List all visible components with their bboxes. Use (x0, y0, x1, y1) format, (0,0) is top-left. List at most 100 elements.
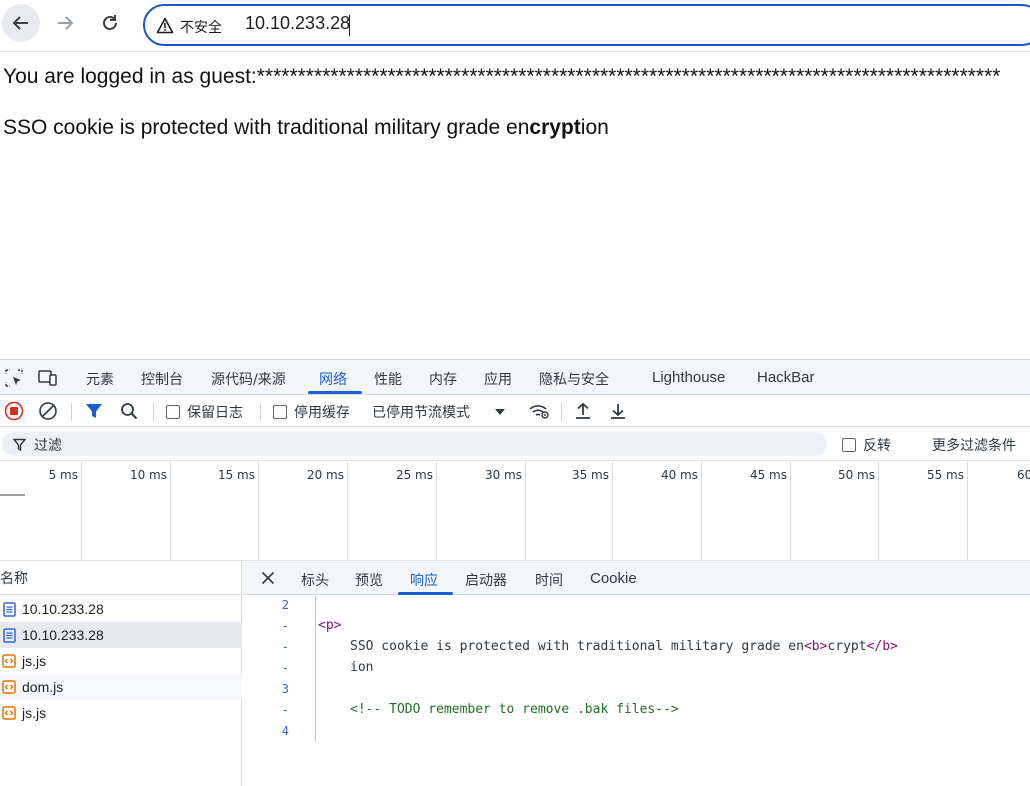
tab-privacy-security[interactable]: 隐私与安全 (539, 369, 609, 389)
request-name: js.js (22, 653, 47, 669)
tab-elements[interactable]: 元素 (86, 369, 114, 389)
html-tag: <b> (803, 639, 828, 654)
timeline-tick-label: 20 ms (306, 468, 344, 482)
script-icon (2, 706, 16, 721)
checkbox-box[interactable] (166, 405, 180, 419)
timeline-gridline (436, 461, 437, 560)
more-filters-button[interactable]: 更多过滤条件 (932, 435, 1016, 455)
import-har-icon[interactable] (574, 402, 592, 420)
sso-text-suffix: ion (580, 116, 609, 139)
timeline-tick-label: 15 ms (217, 468, 255, 482)
throttling-value: 已停用节流模式 (372, 405, 470, 421)
code-line-open-p: <p> (318, 618, 341, 633)
address-bar[interactable]: 不安全 10.10.233.28 (143, 4, 1030, 46)
request-list: 名称 10.10.233.28 10.10.233.28 js.js dom.j… (0, 562, 242, 786)
request-row[interactable]: js.js (0, 700, 242, 726)
timeline-gridline (258, 461, 259, 560)
code-text: SSO cookie is protected with traditional… (350, 639, 804, 654)
tab-memory[interactable]: 内存 (429, 369, 457, 389)
forward-button[interactable] (46, 4, 84, 42)
dropdown-arrow-icon (495, 409, 505, 415)
tab-sources[interactable]: 源代码/来源 (211, 369, 286, 389)
code-text: crypt (827, 639, 867, 654)
network-bottom-pane: 名称 10.10.233.28 10.10.233.28 js.js dom.j… (0, 562, 1030, 786)
warning-icon[interactable] (156, 17, 174, 38)
request-name: js.js (22, 705, 47, 721)
url-text[interactable]: 10.10.233.28 (245, 13, 350, 34)
close-icon[interactable] (261, 570, 275, 589)
export-har-icon[interactable] (609, 402, 627, 420)
record-stop-icon[interactable] (4, 401, 24, 421)
document-icon (2, 601, 16, 617)
tab-console[interactable]: 控制台 (141, 369, 183, 389)
inspect-element-icon[interactable] (4, 368, 24, 388)
filter-placeholder: 过滤 (34, 438, 62, 454)
timeline-tick-label: 35 ms (571, 468, 609, 482)
checkbox-box[interactable] (842, 438, 856, 452)
throttling-select[interactable]: 已停用节流模式 (372, 402, 506, 422)
tab-response[interactable]: 响应 (410, 570, 438, 590)
line-number: - (281, 619, 289, 633)
request-row[interactable]: 10.10.233.28 (0, 596, 242, 622)
invert-checkbox[interactable]: 反转 (842, 435, 891, 455)
toolbar-divider (153, 403, 154, 421)
browser-toolbar: 不安全 10.10.233.28 (0, 0, 1030, 52)
request-name: 10.10.233.28 (22, 601, 104, 617)
toolbar-divider (561, 403, 562, 421)
filter-funnel-icon[interactable] (85, 402, 103, 420)
tab-application[interactable]: 应用 (484, 369, 512, 389)
network-timeline[interactable]: 5 ms 10 ms 15 ms 20 ms 25 ms 30 ms 35 ms… (0, 461, 1030, 561)
timeline-gridline (81, 461, 82, 560)
line-number: 4 (281, 724, 289, 738)
request-row[interactable]: js.js (0, 648, 242, 674)
filter-input[interactable]: 过滤 (2, 432, 827, 456)
tab-network[interactable]: 网络 (319, 369, 347, 389)
timeline-request-bar (0, 494, 25, 496)
timeline-tick-label: 5 ms (48, 468, 78, 482)
timeline-gridline (967, 461, 968, 560)
gutter-divider (315, 595, 316, 742)
line-number: - (281, 661, 289, 675)
text-caret (349, 15, 350, 36)
device-toolbar-icon[interactable] (38, 368, 58, 388)
timeline-tick-label: 50 ms (837, 468, 875, 482)
disable-cache-checkbox[interactable]: 停用缓存 (273, 402, 350, 422)
timeline-tick-label: 25 ms (395, 468, 433, 482)
line-number: 2 (281, 598, 289, 612)
timeline-gridline (790, 461, 791, 560)
tab-preview[interactable]: 预览 (355, 570, 383, 590)
back-button[interactable] (2, 4, 40, 42)
sso-text-bold: crypt (529, 116, 581, 139)
preserve-log-checkbox[interactable]: 保留日志 (166, 402, 243, 422)
code-line-ion: ion (350, 660, 373, 675)
toolbar-divider (71, 403, 72, 421)
network-conditions-icon[interactable] (528, 402, 550, 420)
timeline-tick-label: 55 ms (926, 468, 964, 482)
reload-button[interactable] (91, 4, 129, 42)
tab-cookies[interactable]: Cookie (590, 570, 637, 587)
filter-icon (12, 437, 27, 456)
arrow-left-icon (12, 16, 28, 30)
code-line-sso: SSO cookie is protected with traditional… (350, 639, 898, 654)
search-icon[interactable] (120, 402, 138, 420)
checkbox-box[interactable] (273, 405, 287, 419)
tab-timing[interactable]: 时间 (535, 570, 563, 590)
request-row[interactable]: dom.js (0, 674, 242, 700)
tab-performance[interactable]: 性能 (374, 369, 402, 389)
tab-hackbar[interactable]: HackBar (757, 369, 815, 386)
sso-message: SSO cookie is protected with traditional… (3, 116, 609, 140)
clear-icon[interactable] (38, 401, 58, 421)
script-icon (2, 654, 16, 669)
request-name: dom.js (22, 679, 64, 695)
tab-initiator[interactable]: 启动器 (465, 570, 507, 590)
security-status[interactable]: 不安全 (180, 17, 222, 37)
reload-icon (103, 15, 117, 30)
detail-tabbar: 标头 预览 响应 启动器 时间 Cookie (243, 562, 1030, 595)
tab-lighthouse[interactable]: Lighthouse (652, 369, 725, 386)
request-list-header[interactable]: 名称 (0, 562, 242, 595)
page-content: You are logged in as guest:*************… (0, 53, 1030, 358)
tab-headers[interactable]: 标头 (301, 570, 329, 590)
preserve-log-label: 保留日志 (187, 405, 243, 421)
response-viewer[interactable]: 2 - - - 3 - 4 <p> SSO cookie is protecte… (243, 595, 1030, 786)
request-row-selected[interactable]: 10.10.233.28 (0, 622, 242, 648)
